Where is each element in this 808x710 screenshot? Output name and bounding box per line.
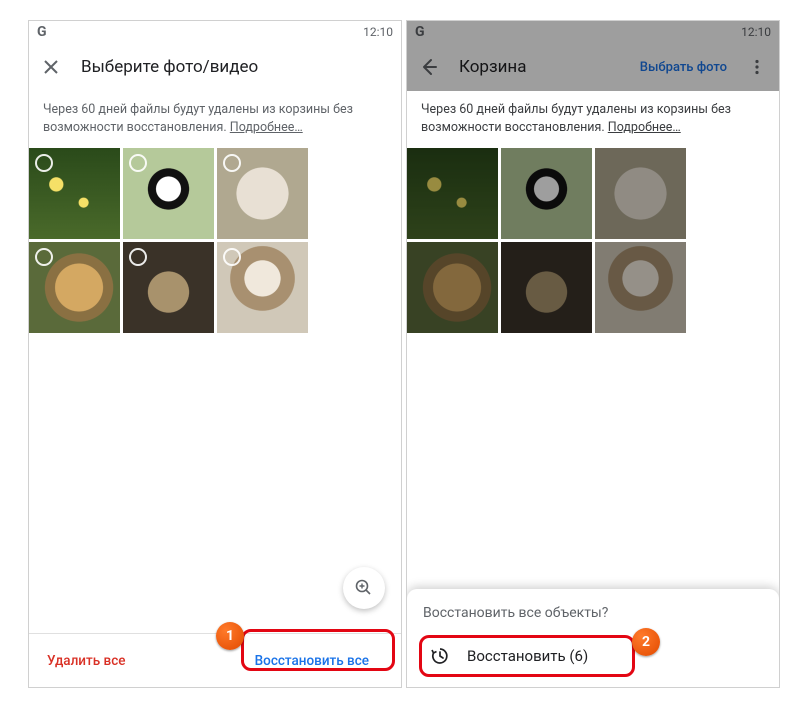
- app-bar: Выберите фото/видео: [29, 43, 401, 91]
- phone-left: G 12:10 Выберите фото/видео Через 60 дне…: [28, 20, 402, 688]
- photo-thumb[interactable]: [501, 148, 592, 239]
- more-icon[interactable]: [743, 53, 771, 81]
- select-circle-icon[interactable]: [35, 154, 53, 172]
- bottom-bar: Удалить все Восстановить все: [29, 633, 401, 687]
- restore-action[interactable]: Восстановить (6): [423, 635, 763, 677]
- select-circle-icon[interactable]: [129, 154, 147, 172]
- restore-icon: [429, 645, 451, 667]
- photo-thumb[interactable]: [407, 148, 498, 239]
- photo-thumb[interactable]: [217, 242, 308, 333]
- zoom-fab[interactable]: [343, 567, 385, 609]
- select-circle-icon[interactable]: [223, 248, 241, 266]
- photo-thumb[interactable]: [595, 148, 686, 239]
- photo-grid: [407, 148, 779, 333]
- photo-thumb[interactable]: [217, 148, 308, 239]
- status-time: 12:10: [741, 25, 771, 39]
- info-more-link[interactable]: Подробнее…: [608, 120, 681, 135]
- photo-thumb[interactable]: [501, 242, 592, 333]
- phone-right: G 12:10 Корзина Выбрать фото Через 60 дн…: [406, 20, 780, 688]
- info-more-link[interactable]: Подробнее…: [230, 120, 303, 135]
- restore-all-button[interactable]: Восстановить все: [241, 645, 383, 677]
- sheet-question: Восстановить все объекты?: [423, 605, 763, 621]
- status-bar: G 12:10: [29, 21, 401, 43]
- app-bar: Корзина Выбрать фото: [407, 43, 779, 91]
- close-icon[interactable]: [37, 53, 65, 81]
- photo-thumb[interactable]: [123, 242, 214, 333]
- back-icon[interactable]: [415, 53, 443, 81]
- status-time: 12:10: [363, 25, 393, 39]
- page-title: Выберите фото/видео: [81, 57, 393, 77]
- photo-grid: [29, 148, 401, 333]
- google-g-icon: G: [37, 24, 47, 40]
- info-banner: Через 60 дней файлы будут удалены из кор…: [407, 91, 779, 148]
- page-title: Корзина: [459, 57, 624, 77]
- info-text: Через 60 дней файлы будут удалены из кор…: [421, 102, 731, 135]
- select-circle-icon[interactable]: [35, 248, 53, 266]
- select-photo-button[interactable]: Выбрать фото: [640, 60, 727, 75]
- photo-thumb[interactable]: [29, 148, 120, 239]
- select-circle-icon[interactable]: [129, 248, 147, 266]
- info-text: Через 60 дней файлы будут удалены из кор…: [43, 102, 353, 135]
- photo-thumb[interactable]: [407, 242, 498, 333]
- delete-all-button[interactable]: Удалить все: [47, 653, 125, 669]
- select-circle-icon[interactable]: [223, 154, 241, 172]
- zoom-in-icon: [354, 578, 374, 598]
- photo-thumb[interactable]: [123, 148, 214, 239]
- bottom-sheet: Восстановить все объекты? Восстановить (…: [407, 589, 779, 687]
- photo-thumb[interactable]: [29, 242, 120, 333]
- restore-action-label: Восстановить (6): [467, 647, 588, 665]
- photo-thumb[interactable]: [595, 242, 686, 333]
- status-bar: G 12:10: [407, 21, 779, 43]
- google-g-icon: G: [415, 24, 425, 40]
- info-banner: Через 60 дней файлы будут удалены из кор…: [29, 91, 401, 148]
